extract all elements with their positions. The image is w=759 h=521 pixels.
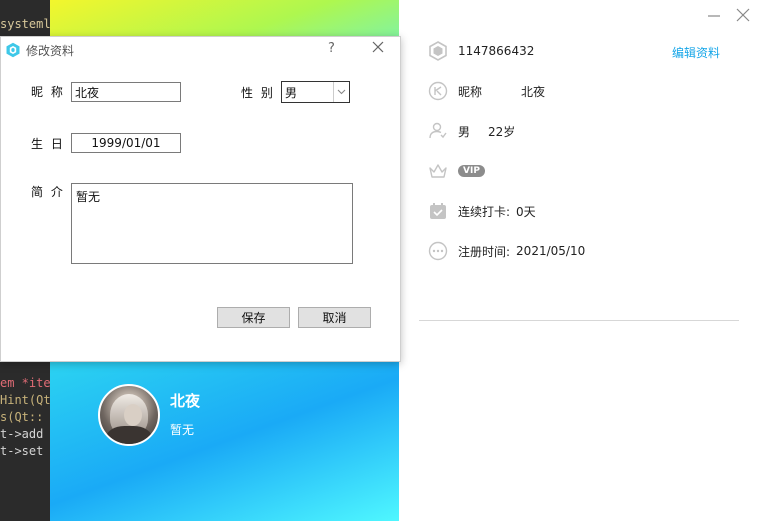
- close-icon: [736, 8, 750, 22]
- account-id: 1147866432: [458, 44, 535, 58]
- code-line: Hint(Qt: [0, 393, 50, 407]
- nickname-label: 昵称: [458, 84, 483, 99]
- gender-select[interactable]: 男: [281, 81, 350, 103]
- minimize-button[interactable]: [705, 6, 723, 24]
- chevron-down-icon[interactable]: [333, 82, 349, 102]
- nickname-field-label: 昵 称: [31, 85, 65, 99]
- dialog-title: 修改资料: [26, 44, 75, 58]
- app-logo-icon: [5, 42, 21, 58]
- code-line: em *ite: [0, 376, 50, 390]
- edit-profile-link[interactable]: 编辑资料: [672, 44, 720, 61]
- vip-badge: VIP: [458, 165, 485, 177]
- code-line: s(Qt::: [0, 410, 44, 424]
- intro-field-label: 简 介: [31, 185, 65, 199]
- calendar-icon: [428, 201, 448, 221]
- help-button[interactable]: ?: [328, 41, 335, 56]
- gender-select-value: 男: [285, 85, 298, 100]
- nickname-icon: [428, 81, 448, 101]
- gender-value: 男: [458, 124, 471, 139]
- account-row: 1147866432: [428, 40, 534, 62]
- crown-icon: [428, 161, 448, 181]
- more-icon: [428, 241, 448, 261]
- code-line: t->set: [0, 444, 44, 458]
- edit-profile-dialog: 修改资料 ? 昵 称 北夜 性 别 男 生 日 1999/01/01 简 介 暂…: [0, 36, 401, 362]
- nickname-input[interactable]: 北夜: [71, 82, 181, 102]
- intro-textarea[interactable]: 暂无: [71, 183, 353, 264]
- register-value: 2021/05/10: [516, 244, 586, 258]
- birthday-input[interactable]: 1999/01/01: [71, 133, 181, 153]
- nickname-row: 昵称 北夜: [428, 80, 545, 102]
- gender-age-row: 男 22岁: [428, 120, 515, 142]
- close-icon: [372, 41, 384, 53]
- checkin-value: 0天: [516, 204, 536, 219]
- account-logo-icon: [428, 41, 448, 61]
- user-icon: [428, 121, 448, 141]
- gender-field-label: 性 别: [241, 86, 275, 100]
- code-line: t->add: [0, 427, 44, 441]
- close-window-button[interactable]: [734, 6, 752, 24]
- checkin-row: 连续打卡: 0天: [428, 200, 536, 222]
- minimize-icon: [708, 15, 720, 17]
- register-label: 注册时间:: [458, 244, 511, 259]
- code-line: systeml: [0, 17, 50, 31]
- birthday-field-label: 生 日: [31, 137, 65, 151]
- avatar[interactable]: [98, 384, 160, 446]
- register-row: 注册时间: 2021/05/10: [428, 240, 585, 262]
- dialog-close-button[interactable]: [370, 39, 386, 55]
- nickname-value: 北夜: [521, 84, 546, 99]
- save-button[interactable]: 保存: [217, 307, 290, 328]
- age-value: 22岁: [488, 124, 516, 139]
- profile-name: 北夜: [170, 392, 201, 410]
- vip-row: VIP: [428, 160, 485, 182]
- cancel-button[interactable]: 取消: [298, 307, 371, 328]
- profile-bio: 暂无: [170, 423, 195, 437]
- checkin-label: 连续打卡:: [458, 204, 511, 219]
- app-window: systeml em *ite Hint(Qt s(Qt:: t->add t-…: [0, 0, 759, 521]
- dialog-title-bar[interactable]: 修改资料 ?: [1, 37, 400, 63]
- divider: [419, 320, 739, 321]
